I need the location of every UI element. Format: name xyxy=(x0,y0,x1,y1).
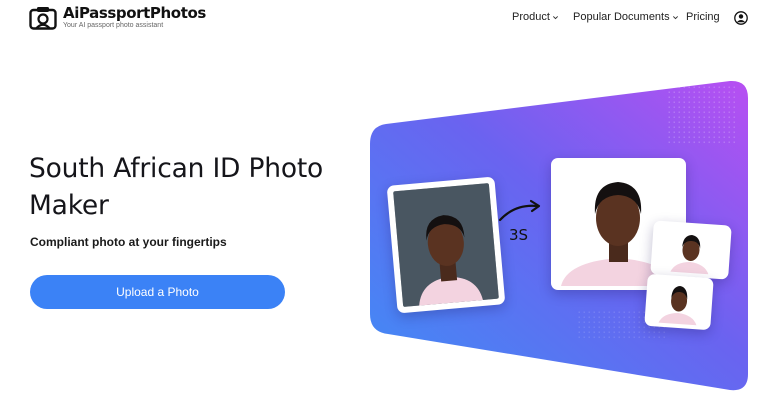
nav-product-label: Product xyxy=(512,11,550,23)
nav-popular-documents[interactable]: Popular Documents xyxy=(573,11,679,23)
processing-time-label: 3S xyxy=(509,226,529,244)
page-title: South African ID Photo Maker xyxy=(29,153,324,221)
brand-logo[interactable]: AiPassportPhotos Your AI passport photo … xyxy=(29,5,206,30)
original-portrait-image xyxy=(393,183,499,307)
arrow-right-icon xyxy=(498,199,541,222)
result-small-photo-top xyxy=(650,220,732,280)
user-circle-icon[interactable] xyxy=(734,11,748,25)
nav-product[interactable]: Product xyxy=(512,11,559,23)
chevron-down-icon xyxy=(672,16,678,20)
upload-photo-button[interactable]: Upload a Photo xyxy=(30,275,285,309)
hero-subtitle: Compliant photo at your fingertips xyxy=(30,235,227,249)
brand-tagline: Your AI passport photo assistant xyxy=(63,22,164,29)
top-nav: AiPassportPhotos Your AI passport photo … xyxy=(0,0,768,40)
small-portrait-image-top xyxy=(654,224,728,276)
chevron-down-icon xyxy=(552,16,558,20)
brand-name: AiPassportPhotos xyxy=(63,4,206,22)
camera-logo-icon xyxy=(29,7,57,30)
nav-pricing-label: Pricing xyxy=(686,11,720,23)
result-small-photo-bottom xyxy=(644,273,714,331)
original-photo-card xyxy=(386,176,506,314)
dot-texture xyxy=(668,86,738,146)
nav-pricing[interactable]: Pricing xyxy=(686,11,720,23)
brand-text: AiPassportPhotos Your AI passport photo … xyxy=(63,5,206,30)
nav-documents-label: Popular Documents xyxy=(573,11,670,23)
small-portrait-image-bottom xyxy=(648,278,710,326)
